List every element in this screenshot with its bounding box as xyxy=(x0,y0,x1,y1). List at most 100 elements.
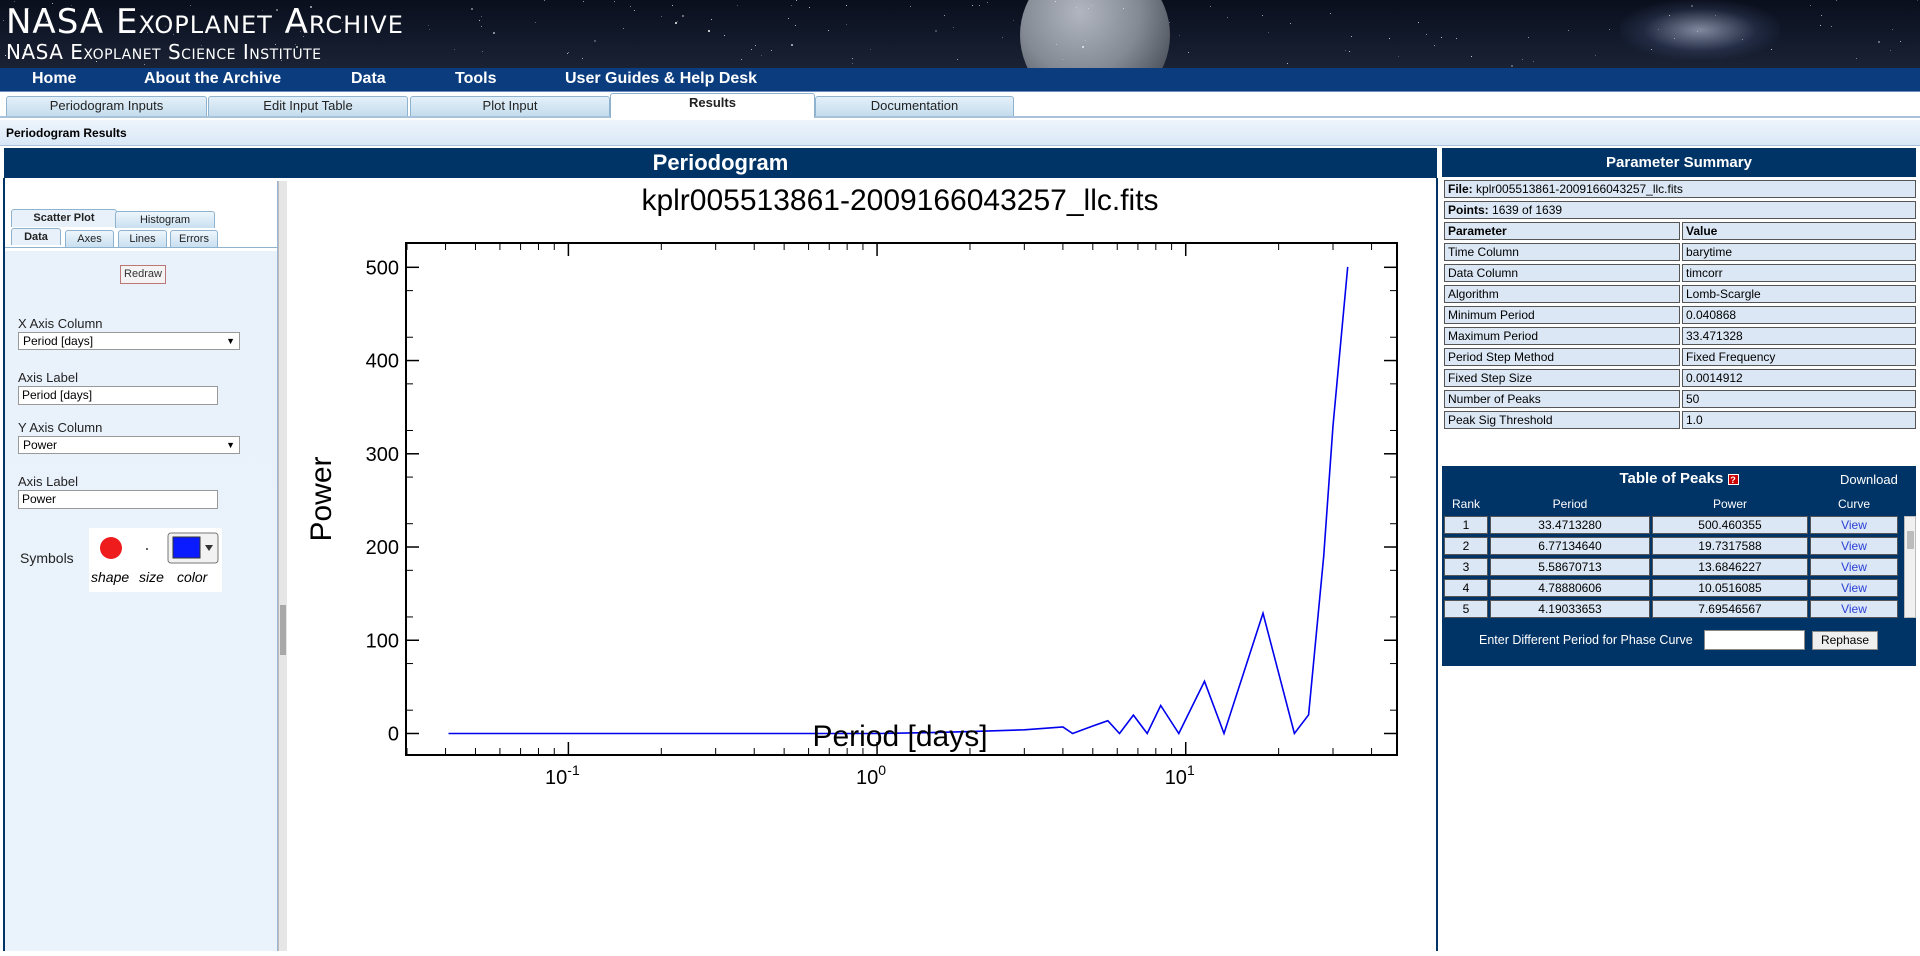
scrollbar-thumb[interactable] xyxy=(280,605,286,655)
x-tick-exponent: 1 xyxy=(1187,762,1195,778)
redraw-button[interactable]: Redraw xyxy=(120,265,166,284)
col-parameter: Parameter xyxy=(1444,222,1680,240)
star-dot xyxy=(987,2,988,3)
peak-view-link[interactable]: View xyxy=(1810,600,1898,618)
star-dot xyxy=(1398,56,1399,57)
star-dot xyxy=(567,53,568,54)
star-dot xyxy=(1434,45,1435,46)
star-dot xyxy=(677,21,678,22)
table-of-peaks-title: Table of Peaks xyxy=(1619,470,1724,487)
site-title[interactable]: NASA Exoplanet Archive xyxy=(6,2,404,42)
peak-period: 4.78880606 xyxy=(1490,579,1650,597)
star-dot xyxy=(1268,32,1269,33)
rephase-period-input[interactable] xyxy=(1704,630,1805,650)
star-dot xyxy=(1691,5,1693,7)
subtab-axes[interactable]: Axes xyxy=(65,230,114,247)
star-dot xyxy=(623,28,624,29)
star-dot xyxy=(1892,29,1893,30)
tab-edit-input-table[interactable]: Edit Input Table xyxy=(208,96,408,116)
star-dot xyxy=(1076,7,1077,8)
star-dot xyxy=(1169,22,1170,23)
tab-scatter-plot[interactable]: Scatter Plot xyxy=(11,209,117,227)
peak-period: 5.58670713 xyxy=(1490,558,1650,576)
star-dot xyxy=(1351,36,1352,37)
download-link[interactable]: Download xyxy=(1840,472,1898,487)
symbol-size-dot-icon[interactable] xyxy=(146,548,148,550)
peak-view-link[interactable]: View xyxy=(1810,516,1898,534)
chevron-down-icon: ▼ xyxy=(226,440,235,450)
scrollbar-thumb[interactable] xyxy=(1907,531,1914,549)
moon-image xyxy=(1020,0,1170,68)
nav-data[interactable]: Data xyxy=(351,68,386,92)
star-dot xyxy=(1568,30,1569,31)
star-dot xyxy=(582,58,583,59)
star-dot xyxy=(957,59,958,60)
tab-periodogram-inputs[interactable]: Periodogram Inputs xyxy=(6,96,207,116)
summary-value: Fixed Frequency xyxy=(1682,348,1916,366)
col-curve: Curve xyxy=(1837,497,1870,511)
star-dot xyxy=(429,29,430,30)
star-dot xyxy=(634,10,635,11)
subtab-data[interactable]: Data xyxy=(11,228,61,245)
star-dot xyxy=(828,30,829,31)
power-series-line xyxy=(448,266,1349,736)
star-dot xyxy=(846,5,847,6)
summary-param: Time Column xyxy=(1444,243,1680,261)
star-dot xyxy=(1878,41,1880,43)
tab-histogram[interactable]: Histogram xyxy=(115,211,215,228)
y-tick-label: 100 xyxy=(366,630,399,652)
x-axis-column-value: Period [days] xyxy=(23,334,94,348)
subtab-errors[interactable]: Errors xyxy=(170,230,218,247)
peak-power: 500.460355 xyxy=(1652,516,1808,534)
star-dot xyxy=(1055,1,1056,2)
star-dot xyxy=(1062,59,1063,60)
y-axis-label-input[interactable]: Power xyxy=(18,490,218,509)
x-tick-label: 100 xyxy=(856,762,886,789)
tab-documentation[interactable]: Documentation xyxy=(815,96,1014,116)
star-dot xyxy=(846,24,847,25)
subtab-lines[interactable]: Lines xyxy=(118,230,167,247)
star-glow xyxy=(1620,0,1780,60)
plot-title: kplr005513861-2009166043257_llc.fits xyxy=(641,184,1158,217)
star-dot xyxy=(751,49,752,50)
star-dot xyxy=(1533,61,1534,62)
right-panel: Parameter Summary File: kplr005513861-20… xyxy=(1440,148,1920,951)
star-dot xyxy=(614,1,615,2)
star-dot xyxy=(972,5,973,6)
star-dot xyxy=(852,58,853,59)
peak-view-link[interactable]: View xyxy=(1810,579,1898,597)
y-axis-column-select[interactable]: Power ▼ xyxy=(18,436,240,454)
site-subtitle[interactable]: NASA Exoplanet Science Institute xyxy=(6,40,322,64)
tab-results[interactable]: Results xyxy=(610,93,815,118)
parameter-summary-header: Parameter Summary xyxy=(1442,148,1916,177)
star-dot xyxy=(935,30,937,32)
star-dot xyxy=(594,40,596,42)
x-axis-column-select[interactable]: Period [days] ▼ xyxy=(18,332,240,350)
subtab-divider xyxy=(5,247,278,248)
controls-scrollbar[interactable] xyxy=(278,181,287,951)
star-dot xyxy=(1658,29,1659,30)
star-dot xyxy=(1471,56,1472,57)
star-dot xyxy=(979,5,980,6)
peak-rank: 4 xyxy=(1444,579,1488,597)
nav-user-guides[interactable]: User Guides & Help Desk xyxy=(565,68,757,92)
x-axis-label-input[interactable]: Period [days] xyxy=(18,386,218,405)
symbols-label: Symbols xyxy=(20,550,74,566)
summary-param: Maximum Period xyxy=(1444,327,1680,345)
star-dot xyxy=(910,6,911,7)
y-axis-label: Power xyxy=(305,456,338,541)
nav-tools[interactable]: Tools xyxy=(455,68,496,92)
peak-rank: 5 xyxy=(1444,600,1488,618)
x-axis-ticks: 10-1 100 101 xyxy=(406,244,1373,789)
peaks-scrollbar[interactable] xyxy=(1904,516,1916,618)
peak-view-link[interactable]: View xyxy=(1810,558,1898,576)
peak-view-link[interactable]: View xyxy=(1810,537,1898,555)
peak-row: 5 4.19033653 7.69546567 View xyxy=(1442,600,1902,618)
symbol-shape-circle-icon[interactable] xyxy=(100,537,122,559)
help-icon[interactable]: ? xyxy=(1727,473,1739,485)
tab-plot-input[interactable]: Plot Input xyxy=(410,96,610,116)
nav-home[interactable]: Home xyxy=(32,68,76,92)
rephase-button[interactable]: Rephase xyxy=(1812,631,1878,650)
nav-about-the-archive[interactable]: About the Archive xyxy=(144,68,281,92)
star-dot xyxy=(1697,31,1698,32)
